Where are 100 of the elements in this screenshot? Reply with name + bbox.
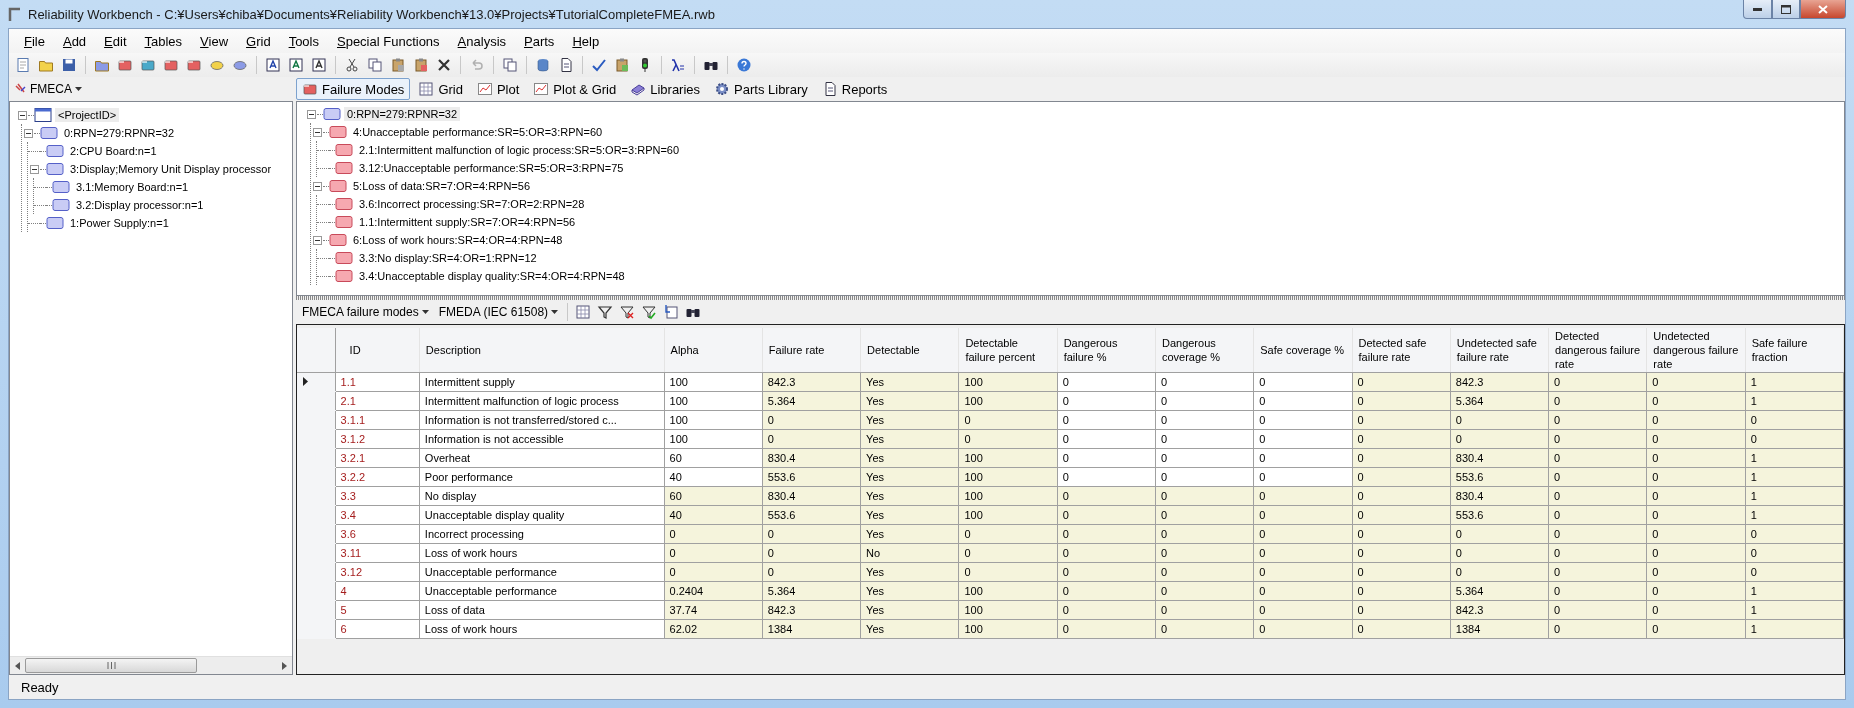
menu-item[interactable]: View [191,31,238,51]
menu-item[interactable]: Analysis [448,31,516,51]
minimize-button[interactable] [1743,0,1772,19]
grid-icon[interactable] [418,81,435,97]
cut-icon[interactable] [344,57,360,73]
block-icon[interactable] [117,57,133,73]
view-tab[interactable]: Plot & Grid [527,78,623,100]
grid-settings-icon[interactable] [575,304,592,320]
collapse-toggle[interactable] [29,164,39,174]
column-header[interactable]: Undetected safe failure rate [1450,328,1549,373]
menu-item[interactable]: Tools [279,31,328,51]
view-tab[interactable]: Libraries [624,78,707,100]
column-header[interactable]: Safe coverage % [1253,328,1352,373]
column-header[interactable]: Detected safe failure rate [1352,328,1451,373]
paste-special-icon[interactable] [413,57,429,73]
view-dropdown[interactable]: FMECA [11,80,86,98]
menu-item[interactable]: Help [563,31,609,51]
tree-node-label[interactable]: 2.1:Intermittent malfunction of logic process:SR=5:OR=3:RPN=60 [356,143,683,157]
help-icon[interactable] [736,57,752,73]
export-icon[interactable] [663,304,680,320]
form-icon[interactable] [558,57,574,73]
menu-item[interactable]: Special Functions [328,31,449,51]
tree-node-label[interactable]: 5:Loss of data:SR=7:OR=4:RPN=56 [350,179,534,193]
tree-node-label[interactable]: 3.12:Unacceptable performance:SR=5:OR=3:RPN=75 [356,161,627,175]
collapse-toggle[interactable] [312,181,322,191]
new-document-icon[interactable] [15,57,31,73]
column-header[interactable]: Alpha [664,328,763,373]
gear-icon[interactable] [714,81,731,97]
minimize-icon [1753,7,1762,11]
chart-grid-icon[interactable] [533,81,550,97]
maximize-button[interactable] [1772,0,1800,19]
lambda-icon[interactable] [670,57,686,73]
column-header[interactable]: Failure rate [762,328,861,373]
database-icon[interactable] [535,57,551,73]
tree-node-label[interactable]: 4:Unacceptable performance:SR=5:OR=3:RPN=60 [350,125,606,139]
collapse-toggle[interactable] [23,128,33,138]
close-button[interactable] [1800,0,1846,19]
menu-item[interactable]: Edit [95,31,136,51]
standard-dropdown[interactable]: FMEDA (IEC 61508) [434,303,563,321]
column-header[interactable]: Dangerous coverage % [1155,328,1254,373]
view-tab[interactable]: Plot [470,78,526,100]
column-header[interactable]: ID [335,328,420,373]
spell-check-icon[interactable] [591,57,607,73]
tree-node-label[interactable]: 0:RPN=279:RPNR=32 [344,107,461,121]
tree-node-label[interactable]: 3.3:No display:SR=4:OR=1:RPN=12 [356,251,540,265]
tree-node-label[interactable]: 3.6:Incorrect processing:SR=7:OR=2:RPN=28 [356,197,588,211]
collapse-toggle[interactable] [312,127,322,137]
module-icon [40,126,58,140]
scroll-left-icon[interactable] [13,660,23,671]
column-header[interactable]: Dangerous failure % [1057,328,1156,373]
save-icon[interactable] [61,57,77,73]
menu-item[interactable]: Grid [237,31,280,51]
tree-node-label[interactable]: 3.2:Display processor:n=1 [73,198,207,212]
column-header[interactable]: Detectable failure percent [958,328,1058,373]
block-icon[interactable] [163,57,179,73]
scrollbar-thumb[interactable] [25,658,197,673]
failure-mode-icon [329,233,347,247]
tree-node-label[interactable]: <ProjectID> [55,108,120,122]
column-header[interactable]: Safe failure fraction [1745,328,1844,373]
row-header[interactable] [297,372,336,392]
view-tab[interactable]: Grid [412,78,469,100]
view-tab[interactable]: Reports [815,78,894,100]
delete-icon[interactable] [436,57,452,73]
apply-filter-icon[interactable] [641,304,658,320]
clipboard-check-icon[interactable] [614,57,630,73]
tree-node-label[interactable]: 3.1:Memory Board:n=1 [73,180,192,194]
chart-icon[interactable] [476,81,493,97]
menu-item[interactable]: Add [53,31,96,51]
menu-item[interactable]: File [15,31,54,51]
menu-item[interactable]: Parts [515,31,564,51]
horizontal-scrollbar[interactable] [10,656,292,674]
tree-node-label[interactable]: 2:CPU Board:n=1 [67,144,160,158]
tree-node-label[interactable]: 3.4:Unacceptable display quality:SR=4:OR=4:RPN=48 [356,269,628,283]
column-header[interactable]: Description [419,328,665,373]
view-tab[interactable]: Failure Modes [296,78,411,100]
collapse-toggle[interactable] [312,235,322,245]
paste-icon[interactable] [390,57,406,73]
copy-icon[interactable] [502,57,518,73]
menu-item[interactable]: Tables [135,31,192,51]
clear-filter-icon[interactable] [619,304,636,320]
collapse-toggle[interactable] [17,110,27,120]
copy-icon[interactable] [367,57,383,73]
view-tab[interactable]: Parts Library [708,78,814,100]
tree-node-label[interactable]: 1.1:Intermittent supply:SR=7:OR=4:RPN=56 [356,215,579,229]
column-header[interactable]: Detectable [860,328,959,373]
window-title: Reliability Workbench - C:¥Users¥chiba¥Documents¥Reliability Workbench¥13.0¥Projects¥TutorialCompleteFMEA.rwb [28,6,716,22]
column-header[interactable]: Detected dangerous failure rate [1548,328,1647,373]
filter-icon[interactable] [597,304,614,320]
letter-a-icon[interactable] [265,57,281,73]
tree-node-label[interactable]: 1:Power Supply:n=1 [67,216,172,230]
block-icon[interactable] [140,57,156,73]
grid-view-dropdown[interactable]: FMECA failure modes [298,303,433,321]
block-icon[interactable] [186,57,202,73]
failure-modes-icon[interactable] [302,81,318,97]
scroll-right-icon[interactable] [279,660,289,671]
tree-node-label[interactable]: 0:RPN=279:RPNR=32 [61,126,178,140]
column-header[interactable]: Undetected dangerous failure rate [1646,328,1746,373]
tree-node-label[interactable]: 3:Display;Memory Unit Display processor [67,162,275,176]
collapse-toggle[interactable] [306,109,316,119]
tree-node-label[interactable]: 6:Loss of work hours:SR=4:OR=4:RPN=48 [350,233,566,247]
